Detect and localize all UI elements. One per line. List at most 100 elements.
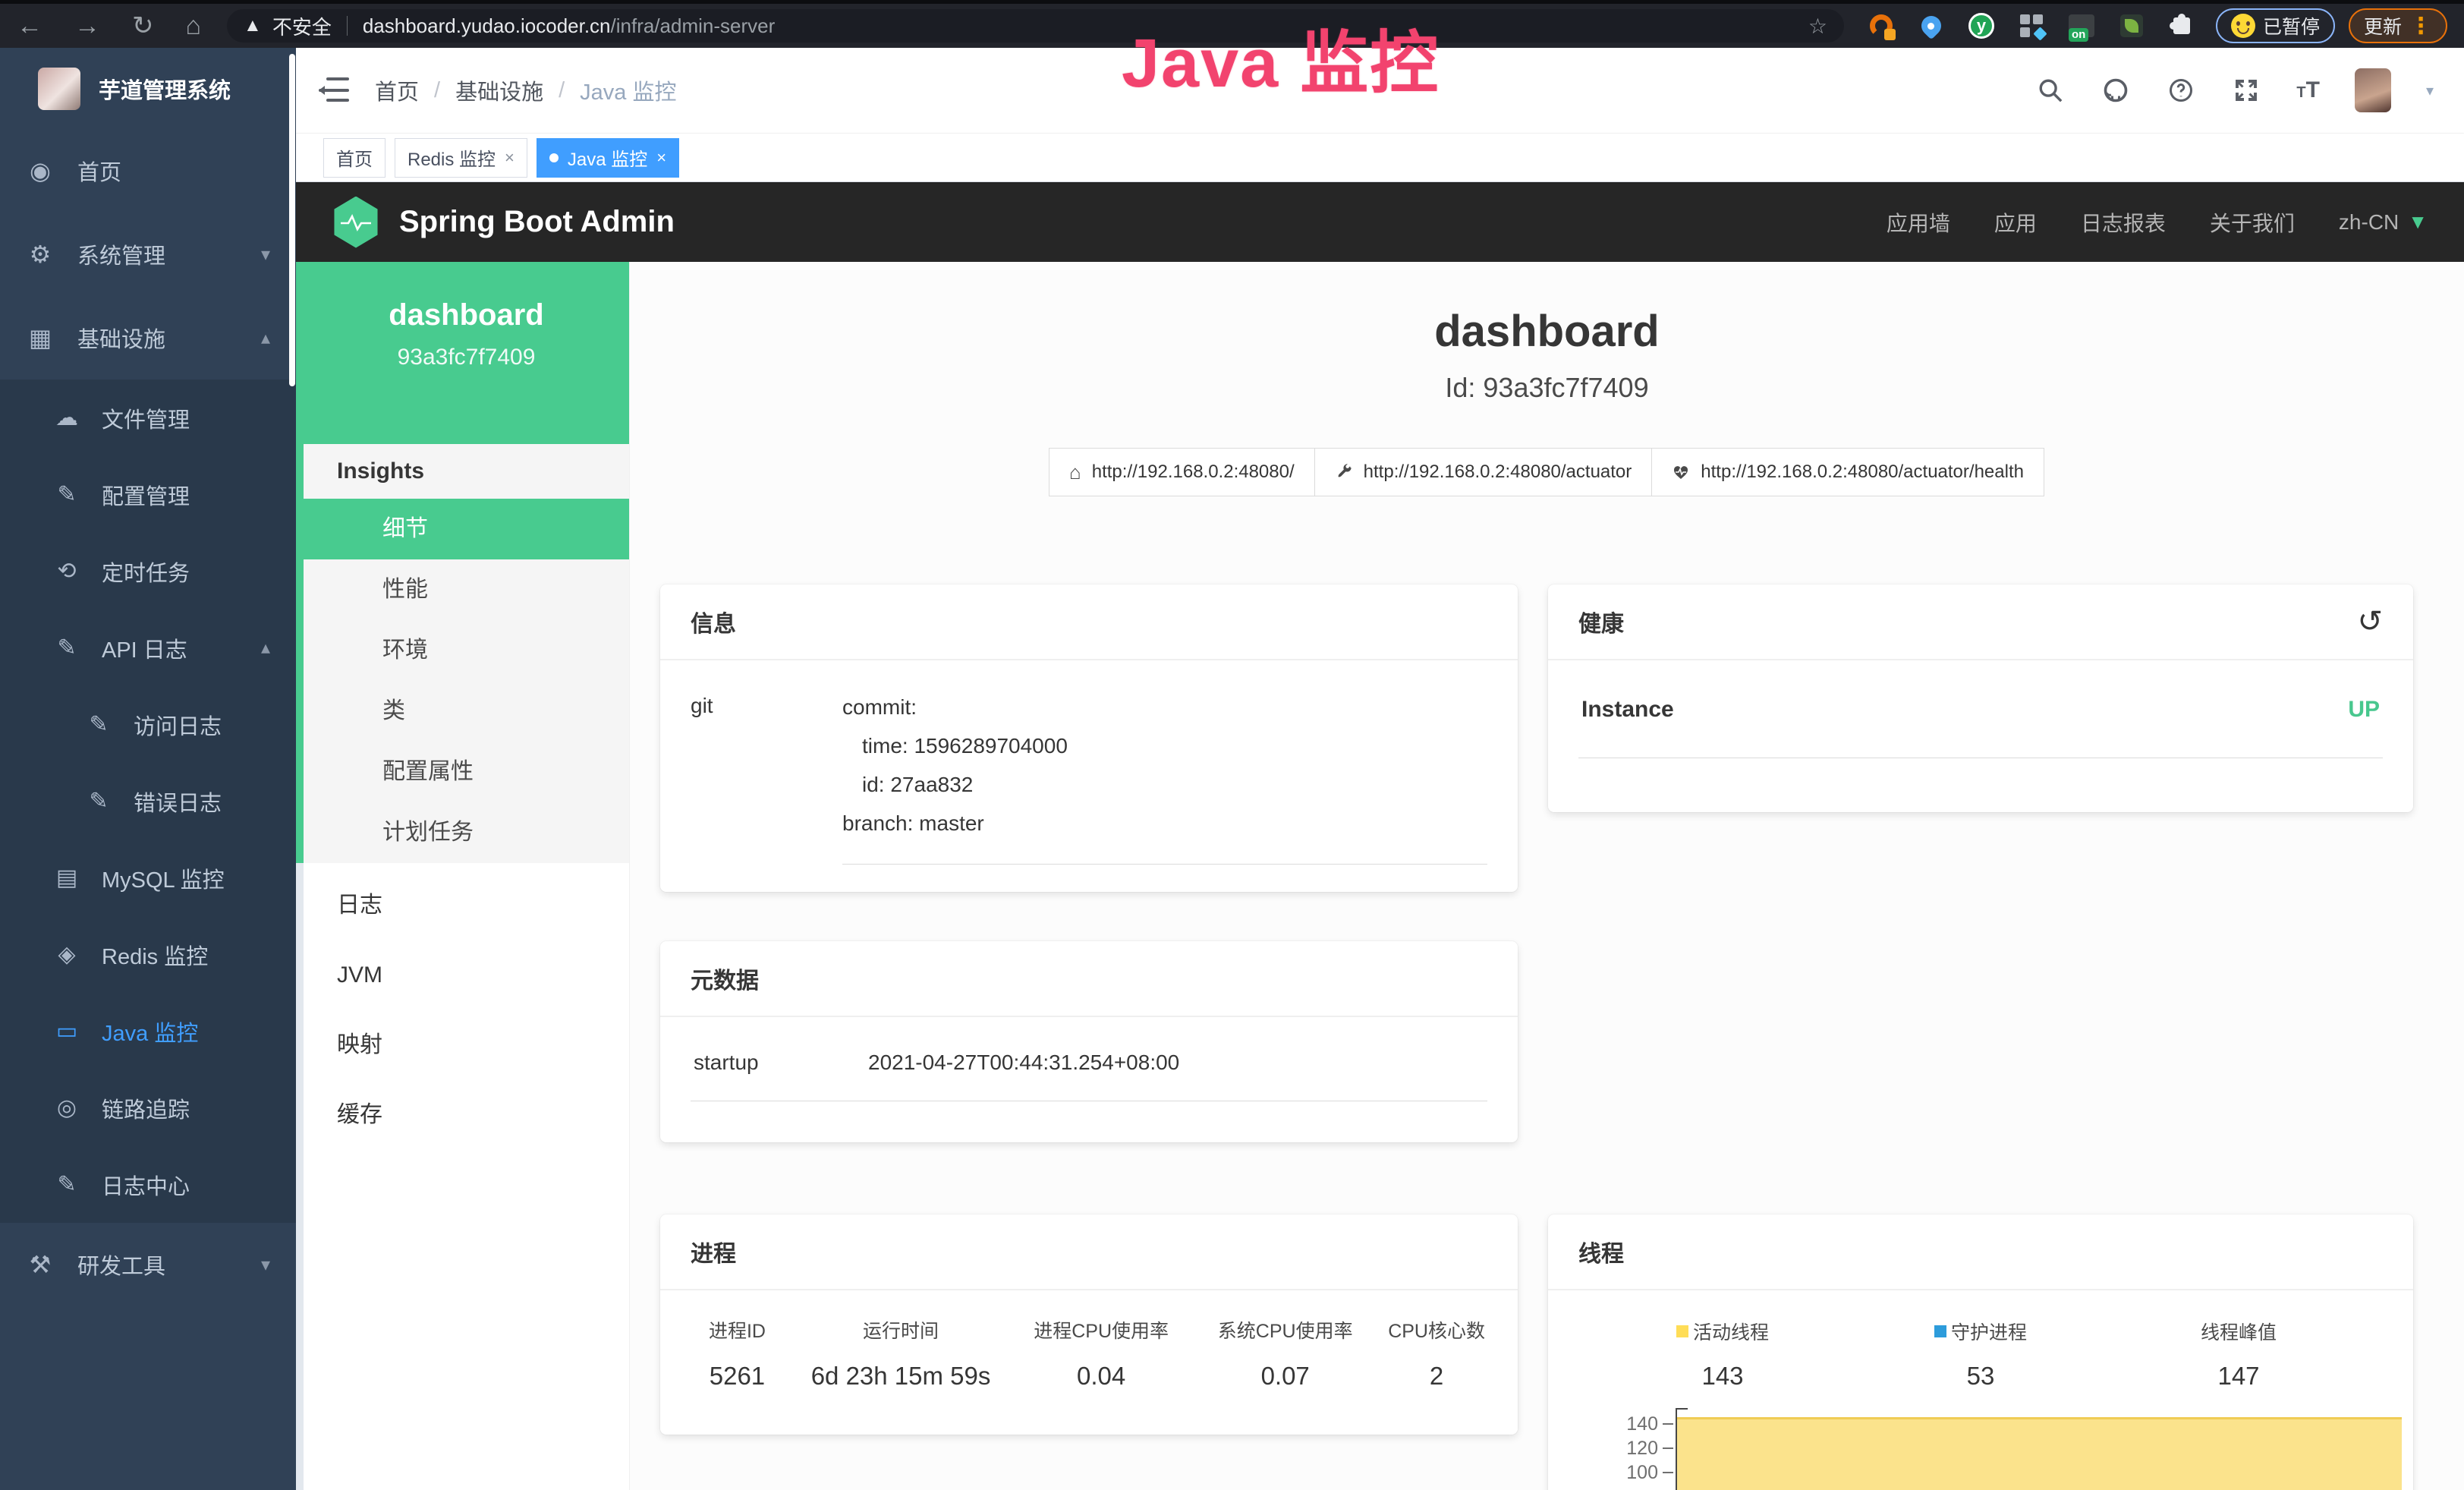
- heartbeat-icon: [1672, 463, 1690, 481]
- log-icon: ✎: [53, 1171, 80, 1198]
- page-title: dashboard: [630, 306, 2464, 357]
- sba-header: Spring Boot Admin 应用墙 应用 日志报表 关于我们 zh-CN…: [296, 182, 2464, 262]
- profile-paused-badge[interactable]: 已暂停: [2216, 8, 2335, 43]
- legend-swatch-live: [1676, 1325, 1688, 1337]
- browser-menu-icon[interactable]: ⋮: [2409, 13, 2432, 39]
- app-logo: [38, 68, 80, 110]
- metadata-card-title: 元数据: [691, 962, 759, 995]
- nav-group-jvm[interactable]: JVM: [304, 940, 629, 1010]
- close-icon[interactable]: ×: [656, 148, 666, 168]
- sidebar-item-java-monitor[interactable]: ▭ Java 监控: [0, 993, 296, 1069]
- browser-back-icon[interactable]: ←: [17, 11, 42, 41]
- sidebar-item-scheduled-tasks[interactable]: ⟲ 定时任务: [0, 533, 296, 610]
- nav-item-scheduled-tasks[interactable]: 计划任务: [304, 802, 629, 863]
- nav-item-config-props[interactable]: 配置属性: [304, 742, 629, 802]
- sidebar-item-system[interactable]: ⚙ 系统管理 ▾: [0, 213, 296, 296]
- search-icon[interactable]: [2035, 75, 2066, 106]
- extensions-puzzle-icon[interactable]: [2167, 11, 2196, 40]
- info-key: git: [691, 688, 842, 865]
- page-id: Id: 93a3fc7f7409: [630, 372, 2464, 404]
- insights-group: Insights 细节 性能 环境 类 配置属性 计划任务: [304, 444, 629, 863]
- active-section-indicator: [296, 262, 304, 863]
- sba-brand-title: Spring Boot Admin: [399, 205, 675, 239]
- sidebar-item-dev-tools[interactable]: ⚒ 研发工具 ▾: [0, 1223, 296, 1306]
- process-table-values: 5261 6d 23h 15m 59s 0.04 0.07 2: [660, 1362, 1518, 1391]
- sba-nav-wallboard[interactable]: 应用墙: [1887, 207, 1950, 238]
- breadcrumb: 首页 / 基础设施 / Java 监控: [375, 74, 676, 106]
- screen: ← → ↻ ⌂ ▲ 不安全 dashboard.yudao.iocoder.cn…: [0, 0, 2464, 1490]
- endpoint-actuator-url[interactable]: http://192.168.0.2:48080/actuator: [1314, 448, 1653, 496]
- fullscreen-icon[interactable]: [2231, 75, 2261, 106]
- font-size-icon[interactable]: TT: [2296, 77, 2320, 103]
- nav-item-classes[interactable]: 类: [304, 681, 629, 742]
- threads-card-title: 线程: [1578, 1235, 1624, 1268]
- sba-nav-applications[interactable]: 应用: [1994, 207, 2037, 238]
- tab-java-monitor[interactable]: Java 监控 ×: [537, 138, 679, 178]
- caret-down-icon[interactable]: ▾: [2426, 81, 2434, 100]
- browser-update-button[interactable]: 更新 ⋮: [2349, 8, 2447, 43]
- dashboard-gauge-icon: ◉: [26, 156, 55, 185]
- spring-boot-admin-logo: [332, 197, 379, 248]
- process-table-header: 进程ID 运行时间 进程CPU使用率 系统CPU使用率 CPU核心数: [660, 1316, 1518, 1344]
- sba-language-selector[interactable]: zh-CN ▼: [2339, 210, 2428, 235]
- info-card-title: 信息: [691, 605, 736, 638]
- extension-grid-icon[interactable]: [2017, 11, 2046, 40]
- app-logo-row[interactable]: 芋道管理系统: [0, 48, 296, 129]
- cpu-cores: 2: [1375, 1362, 1498, 1391]
- sidebar-item-file-management[interactable]: ☁ 文件管理: [0, 380, 296, 456]
- sidebar-item-access-logs[interactable]: ✎ 访问日志: [0, 686, 296, 763]
- sba-nav-journal[interactable]: 日志报表: [2081, 207, 2166, 238]
- health-row: Instance UP: [1578, 660, 2383, 758]
- breadcrumb-infrastructure[interactable]: 基础设施: [455, 74, 543, 106]
- sidebar-track: [296, 863, 304, 1490]
- sidebar-item-error-logs[interactable]: ✎ 错误日志: [0, 763, 296, 840]
- user-avatar[interactable]: [2355, 68, 2391, 112]
- nav-group-caches[interactable]: 缓存: [304, 1080, 629, 1150]
- sidebar-item-home[interactable]: ◉ 首页: [0, 129, 296, 213]
- health-row-label: Instance: [1581, 697, 1674, 723]
- instance-content: dashboard Id: 93a3fc7f7409 ⌂ http://192.…: [630, 262, 2464, 1490]
- browser-reload-icon[interactable]: ↻: [132, 11, 154, 41]
- tab-home[interactable]: 首页: [323, 138, 385, 178]
- nav-item-environment[interactable]: 环境: [304, 620, 629, 681]
- ytick-140: 140: [1578, 1414, 1658, 1434]
- sidebar-item-api-logs[interactable]: ✎ API 日志 ▴: [0, 610, 296, 686]
- nav-item-metrics[interactable]: 性能: [304, 559, 629, 620]
- sidebar-item-mysql-monitor[interactable]: ▤ MySQL 监控: [0, 840, 296, 916]
- breadcrumb-home[interactable]: 首页: [375, 74, 419, 106]
- not-secure-warning-icon: ▲: [244, 15, 262, 36]
- history-icon[interactable]: ↺: [2357, 604, 2383, 639]
- hamburger-icon[interactable]: [319, 77, 349, 103]
- nav-item-details[interactable]: 细节: [304, 499, 629, 559]
- github-icon[interactable]: [2101, 75, 2131, 106]
- endpoint-service-url[interactable]: ⌂ http://192.168.0.2:48080/: [1049, 448, 1315, 496]
- metadata-value: 2021-04-27T00:44:31.254+08:00: [868, 1051, 1179, 1075]
- help-icon[interactable]: [2166, 75, 2196, 106]
- nav-group-mappings[interactable]: 映射: [304, 1010, 629, 1080]
- database-icon: ▤: [53, 865, 80, 891]
- bookmark-star-icon[interactable]: ☆: [1808, 14, 1827, 39]
- sidebar-item-tracing[interactable]: ◎ 链路追踪: [0, 1069, 296, 1146]
- sba-nav-about[interactable]: 关于我们: [2210, 207, 2295, 238]
- live-threads-value: 143: [1594, 1362, 1852, 1391]
- extension-colorzilla-icon[interactable]: [1867, 11, 1896, 40]
- sidebar-item-config-management[interactable]: ✎ 配置管理: [0, 456, 296, 533]
- close-icon[interactable]: ×: [505, 148, 515, 168]
- extension-pin-icon[interactable]: [1917, 11, 1946, 40]
- info-value: commit: time: 1596289704000 id: 27aa832 …: [842, 688, 1487, 865]
- sidebar-item-redis-monitor[interactable]: ◈ Redis 监控: [0, 916, 296, 993]
- tab-redis-monitor[interactable]: Redis 监控 ×: [395, 138, 527, 178]
- edit-icon: ✎: [53, 481, 80, 508]
- extension-leaf-icon[interactable]: [2117, 11, 2146, 40]
- browser-home-icon[interactable]: ⌂: [186, 11, 202, 41]
- endpoint-health-url[interactable]: http://192.168.0.2:48080/actuator/health: [1651, 448, 2044, 496]
- sidebar-scrollbar[interactable]: [289, 54, 295, 386]
- extension-y-icon[interactable]: y: [1967, 11, 1996, 40]
- sidebar-item-log-center[interactable]: ✎ 日志中心: [0, 1146, 296, 1223]
- browser-forward-icon[interactable]: →: [74, 11, 100, 41]
- browser-address-bar[interactable]: ▲ 不安全 dashboard.yudao.iocoder.cn/infra/a…: [227, 9, 1844, 43]
- sidebar-item-infrastructure[interactable]: ▦ 基础设施 ▴: [0, 296, 296, 380]
- nav-group-logs[interactable]: 日志: [304, 871, 629, 940]
- extension-switch-on-icon[interactable]: on: [2067, 11, 2096, 40]
- instance-header[interactable]: dashboard 93a3fc7f7409: [304, 262, 629, 444]
